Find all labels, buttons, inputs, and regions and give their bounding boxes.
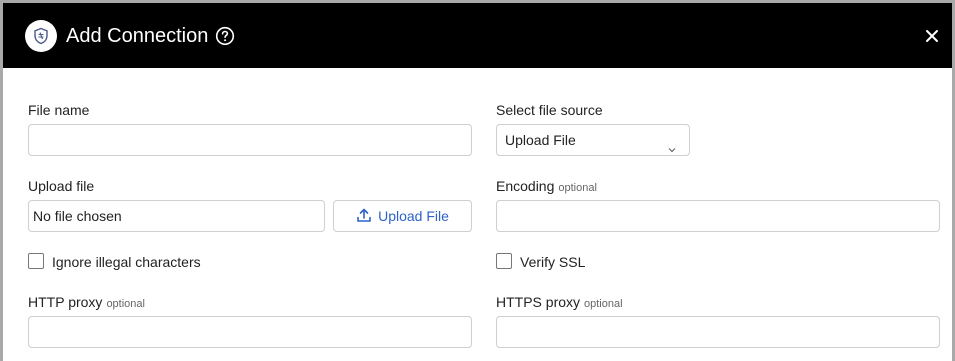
http-proxy-label: HTTP proxy optional: [28, 293, 145, 313]
http-proxy-input[interactable]: [28, 316, 472, 348]
upload-file-button-label: Upload File: [378, 208, 449, 224]
encoding-label-text: Encoding: [496, 178, 555, 194]
http-proxy-label-text: HTTP proxy: [28, 294, 103, 310]
file-source-select[interactable]: Upload File: [496, 124, 690, 156]
file-source-label: Select file source: [496, 102, 603, 118]
file-name-input[interactable]: [28, 124, 472, 156]
chevron-down-icon: [667, 135, 677, 153]
upload-file-button[interactable]: Upload File: [333, 200, 472, 232]
https-proxy-label: HTTPS proxy optional: [496, 293, 623, 313]
ignore-illegal-label: Ignore illegal characters: [52, 254, 201, 270]
dialog-title: Add Connection: [66, 25, 209, 47]
file-name-label: File name: [28, 102, 90, 118]
shield-logo-icon: [25, 20, 57, 52]
https-proxy-input[interactable]: [496, 316, 940, 348]
https-proxy-optional-tag: optional: [584, 298, 623, 310]
encoding-optional-tag: optional: [558, 182, 597, 194]
close-icon[interactable]: [923, 27, 941, 45]
upload-icon: [356, 207, 372, 226]
file-chosen-display: No file chosen: [28, 200, 325, 232]
upload-file-label: Upload file: [28, 178, 95, 194]
ignore-illegal-checkbox[interactable]: [28, 253, 44, 269]
http-proxy-optional-tag: optional: [106, 298, 145, 310]
encoding-label: Encoding optional: [496, 177, 597, 197]
encoding-input[interactable]: [496, 200, 940, 232]
verify-ssl-label: Verify SSL: [520, 254, 586, 270]
dialog-header: Add Connection: [3, 3, 952, 68]
verify-ssl-checkbox[interactable]: [496, 253, 512, 269]
help-circle-icon[interactable]: [215, 26, 235, 46]
https-proxy-label-text: HTTPS proxy: [496, 294, 581, 310]
file-source-selected: Upload File: [505, 132, 576, 148]
add-connection-dialog: Add Connection File name Select file sou…: [0, 0, 955, 361]
